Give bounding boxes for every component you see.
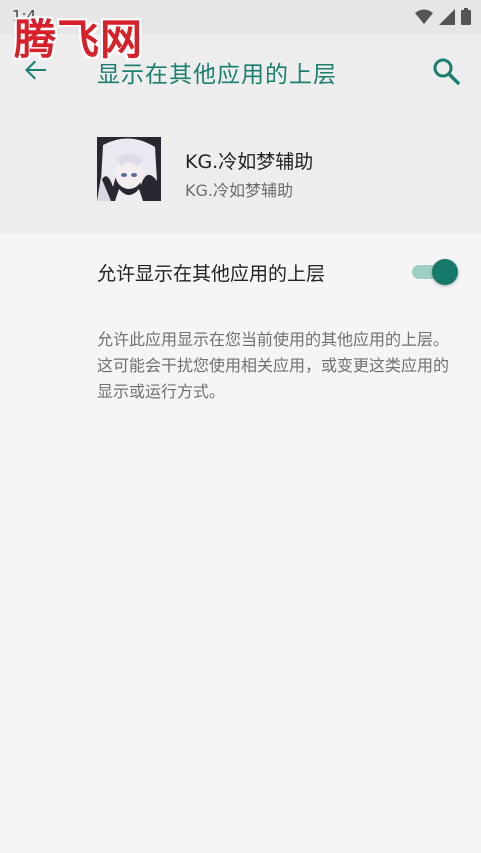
wifi-icon: [415, 9, 433, 24]
signal-icon: [439, 8, 455, 25]
search-icon[interactable]: [431, 56, 461, 86]
overlay-permission-toggle[interactable]: [412, 259, 458, 285]
app-icon: [97, 137, 161, 201]
screen: 1:4 显示在其他应用的上层 KG.冷如梦辅助 KG.冷如梦辅助 允许显示在其他…: [0, 0, 481, 853]
battery-icon: [461, 8, 471, 25]
app-package: KG.冷如梦辅助: [185, 181, 293, 200]
permission-description: 允许此应用显示在您当前使用的其他应用的上层。这可能会干扰您使用相关应用，或变更这…: [97, 330, 450, 401]
status-icons: [415, 8, 471, 25]
anime-avatar-icon: [97, 137, 161, 201]
site-watermark: 腾飞网: [14, 15, 144, 64]
overlay-permission-row[interactable]: 允许显示在其他应用的上层: [0, 234, 481, 310]
overlay-permission-label: 允许显示在其他应用的上层: [97, 263, 326, 285]
app-name: KG.冷如梦辅助: [185, 151, 314, 173]
toggle-thumb: [432, 259, 458, 285]
